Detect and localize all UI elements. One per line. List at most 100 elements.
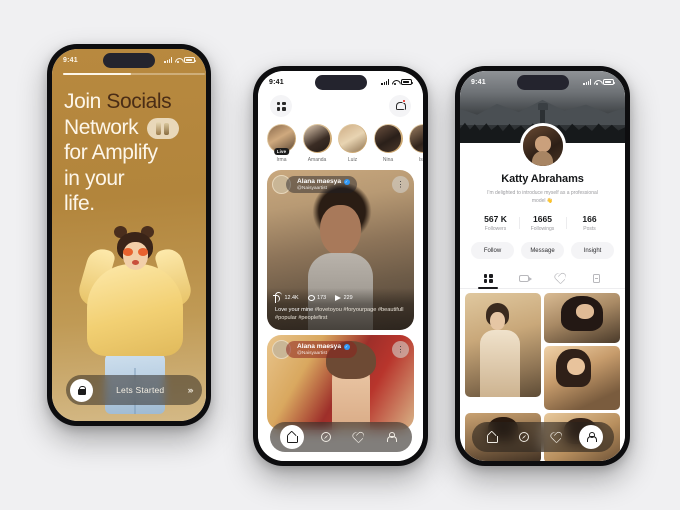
dynamic-island — [103, 53, 155, 68]
post-header: Alana maesya @Naisyaartist ⋮ — [272, 175, 409, 194]
headline-network: Network — [64, 115, 139, 139]
nav-activity[interactable] — [547, 427, 567, 447]
like-count: 12.4K — [284, 295, 299, 302]
story-item[interactable]: Nina — [373, 124, 403, 163]
story-avatar — [410, 125, 423, 152]
bottom-navigation — [269, 422, 412, 452]
tab-videos[interactable] — [506, 269, 542, 288]
profile-stats: 567 K Followers 1665 Followings 166 Post… — [472, 214, 613, 232]
headline-join: Join — [64, 90, 101, 113]
compass-icon — [321, 432, 332, 442]
stat-value: 166 — [582, 214, 597, 224]
story-name: Luiz — [347, 157, 358, 163]
nav-explore[interactable] — [514, 427, 534, 447]
battery-icon — [603, 79, 616, 85]
story-ring: Live — [267, 124, 296, 155]
post-card[interactable]: Alana maesya @Naisyaartist ⋮ 12.4K 173 2… — [267, 170, 414, 330]
more-options-icon[interactable]: ⋮ — [392, 341, 409, 358]
tab-grid[interactable] — [470, 269, 506, 289]
nav-home[interactable] — [482, 427, 502, 447]
feed-screen: 9:41 Live Irma Amanda Luiz Nina Is Alana… — [258, 71, 423, 461]
status-indicators — [583, 79, 616, 85]
comment-icon — [307, 295, 315, 302]
grid-item[interactable] — [544, 346, 620, 410]
grid-icon — [483, 274, 493, 283]
status-bar: 9:41 — [258, 71, 423, 93]
dynamic-island — [314, 75, 367, 90]
story-item[interactable]: Live Irma — [267, 124, 296, 163]
notification-badge — [402, 99, 406, 103]
cta-label: Lets Started — [116, 385, 165, 395]
grid-item[interactable] — [465, 293, 541, 397]
story-item[interactable]: Luiz — [338, 124, 367, 163]
people-badge-icon — [146, 117, 179, 139]
headline-socials: Socials — [106, 90, 172, 113]
person-icon — [587, 432, 598, 442]
story-item[interactable]: Amanda — [302, 124, 332, 163]
battery-icon — [401, 79, 414, 85]
nav-profile[interactable] — [579, 425, 604, 449]
stat-posts[interactable]: 166 Posts — [566, 214, 613, 232]
nav-profile[interactable] — [381, 427, 401, 447]
post-footer: 12.4K 173 229 Love your mine #lovetoyou … — [267, 287, 414, 330]
story-ring — [409, 124, 423, 153]
page-title: Join Socials Network for Amplify in your… — [64, 89, 196, 217]
tab-liked[interactable] — [543, 269, 579, 288]
more-options-icon[interactable]: ⋮ — [392, 176, 409, 193]
grid-item[interactable] — [544, 293, 620, 343]
stat-value: 1665 — [533, 214, 552, 224]
lets-started-button[interactable]: Lets Started ››› — [66, 375, 202, 405]
post-author-handle: @Naisyaartist — [297, 350, 327, 356]
home-icon — [287, 433, 299, 443]
stat-followers[interactable]: 567 K Followers — [472, 214, 519, 232]
post-caption: Love your mine #lovetoyou #foryourpage #… — [275, 306, 406, 323]
dynamic-island — [516, 75, 569, 90]
story-name: Irma — [276, 157, 287, 163]
stat-followings[interactable]: 1665 Followings — [519, 214, 566, 232]
headline-life: life. — [64, 192, 95, 216]
nav-activity[interactable] — [349, 427, 369, 447]
post-author-handle: @Naisyaartist — [297, 185, 327, 191]
comment-stat[interactable]: 173 — [307, 295, 326, 302]
phone-feed: 9:41 Live Irma Amanda Luiz Nina Is Alana… — [253, 66, 428, 466]
stat-label: Posts — [583, 226, 596, 232]
like-stat[interactable]: 12.4K — [275, 295, 299, 303]
story-item[interactable]: Issa — [409, 124, 423, 163]
onboarding-background: 9:41 Join Socials Network for Amplify in… — [52, 49, 206, 421]
notifications-button[interactable] — [389, 95, 411, 117]
message-button[interactable]: Message — [521, 242, 564, 259]
nav-explore[interactable] — [316, 427, 336, 447]
person-icon — [387, 432, 398, 442]
stat-label: Followers — [484, 226, 507, 232]
phone-onboarding: 9:41 Join Socials Network for Amplify in… — [47, 44, 211, 426]
grid-menu-button[interactable] — [270, 95, 292, 117]
status-time: 9:41 — [471, 78, 486, 86]
post-author-name: Alana maesya — [297, 178, 341, 186]
story-name: Issa — [418, 157, 423, 163]
bottom-navigation — [471, 422, 614, 452]
live-badge: Live — [273, 148, 290, 155]
status-indicators — [164, 57, 197, 63]
story-avatar — [339, 125, 366, 152]
heart-icon — [551, 433, 562, 443]
post-header: Alana maesya @Naisyaartist ⋮ — [272, 340, 409, 359]
post-card[interactable]: Alana maesya @Naisyaartist ⋮ — [267, 335, 414, 430]
follow-button[interactable]: Follow — [471, 242, 514, 259]
story-avatar — [303, 125, 331, 152]
phone-profile: 9:41 Katty Abrahams I'm delighted to int… — [455, 66, 630, 466]
page-title: Katty Abrahams — [501, 173, 584, 185]
status-time: 9:41 — [63, 56, 78, 64]
wifi-icon — [175, 57, 182, 63]
onboarding-progress-bar — [63, 73, 205, 75]
tab-saved[interactable] — [579, 269, 615, 288]
avatar[interactable] — [519, 123, 566, 169]
story-ring — [338, 124, 367, 153]
profile-actions: Follow Message Insight — [460, 242, 625, 259]
share-stat[interactable]: 229 — [335, 295, 353, 302]
share-icon — [335, 295, 342, 302]
insight-button[interactable]: Insight — [571, 242, 614, 259]
cellular-icon — [583, 79, 591, 85]
lock-icon — [70, 378, 93, 402]
nav-home[interactable] — [279, 425, 304, 449]
post-author-block: Alana maesya @Naisyaartist — [286, 340, 357, 359]
